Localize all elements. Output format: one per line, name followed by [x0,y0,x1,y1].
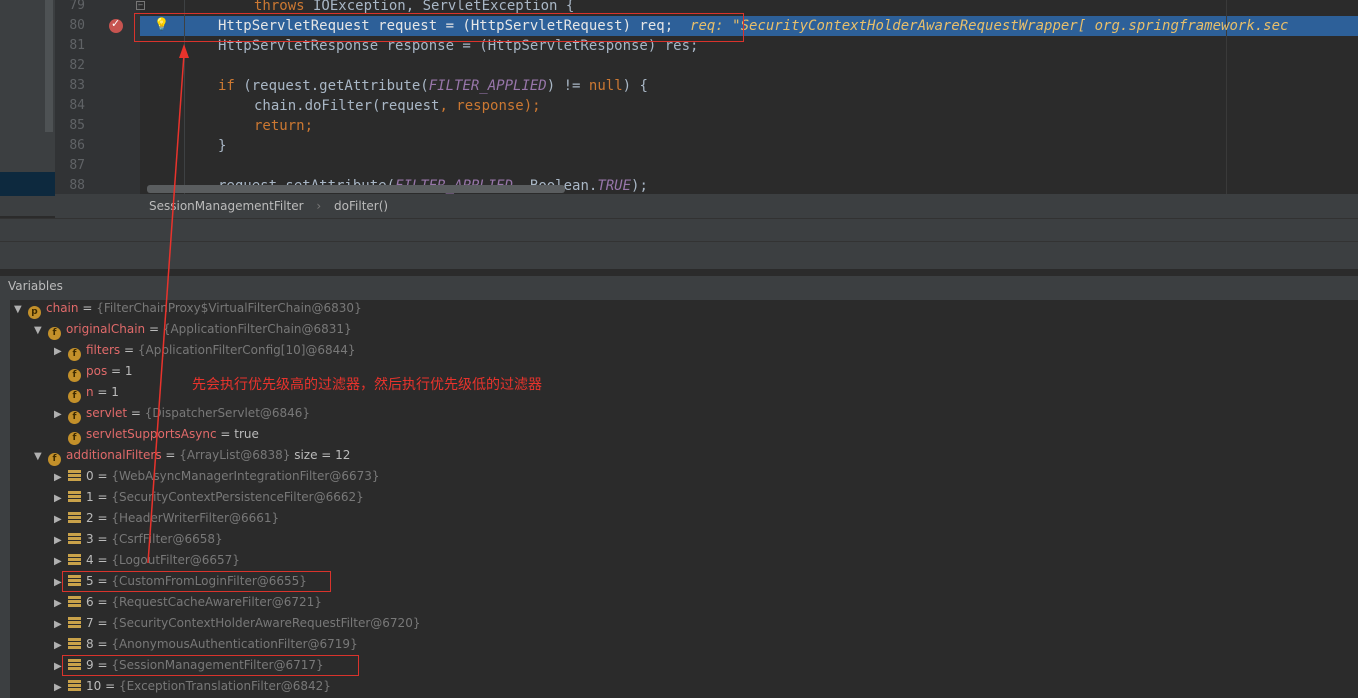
annotation-arrow [147,44,189,564]
